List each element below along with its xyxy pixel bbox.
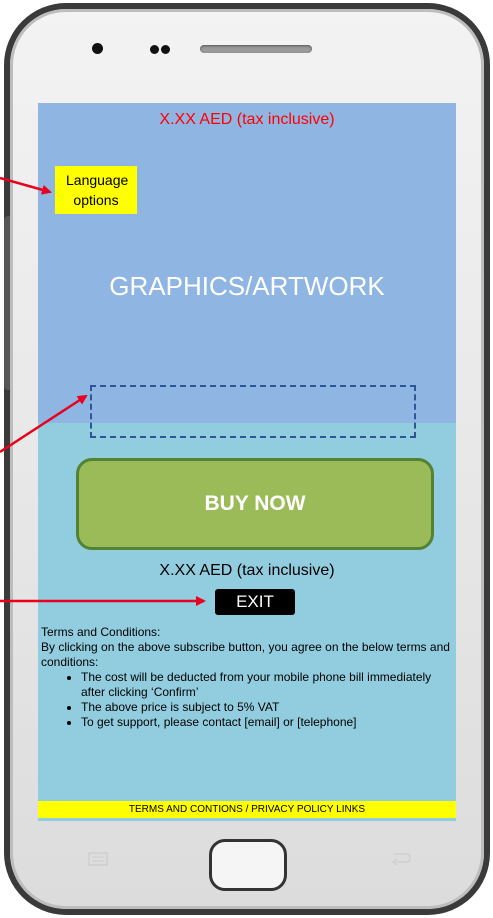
artwork-area [38,103,456,423]
terms-item: The above price is subject to 5% VAT [81,700,451,715]
exit-button[interactable]: EXIT [215,589,295,615]
sensor-icon [150,45,159,54]
graphics-placeholder: GRAPHICS/ARTWORK [109,271,385,301]
home-button[interactable] [209,839,287,891]
buy-now-label: BUY NOW [204,492,306,515]
price-top: X.XX AED (tax inclusive) [159,111,335,128]
terms-item: The cost will be deducted from your mobi… [81,670,451,700]
terms-section: Terms and Conditions: By clicking on the… [41,625,451,730]
camera-icon [92,43,103,54]
speaker-grille [200,45,312,53]
price-bottom: X.XX AED (tax inclusive) [159,562,335,579]
exit-label: EXIT [236,592,274,611]
terms-intro: By clicking on the above subscribe butto… [41,640,450,669]
back-icon[interactable] [388,850,412,866]
phone-screen: X.XX AED (tax inclusive) Language option… [38,103,456,821]
sensor-icon [161,45,170,54]
terms-list: The cost will be deducted from your mobi… [41,670,451,730]
language-options-button[interactable]: Language options [55,166,137,214]
menu-icon[interactable] [88,852,108,866]
dashed-placeholder-box [90,385,416,438]
language-options-label: Language options [66,172,129,208]
terms-item: To get support, please contact [email] o… [81,715,451,730]
terms-privacy-links[interactable]: TERMS AND CONTIONS / PRIVACY POLICY LINK… [38,801,456,818]
terms-heading: Terms and Conditions: [41,625,161,639]
buy-now-button[interactable]: BUY NOW [76,458,434,550]
